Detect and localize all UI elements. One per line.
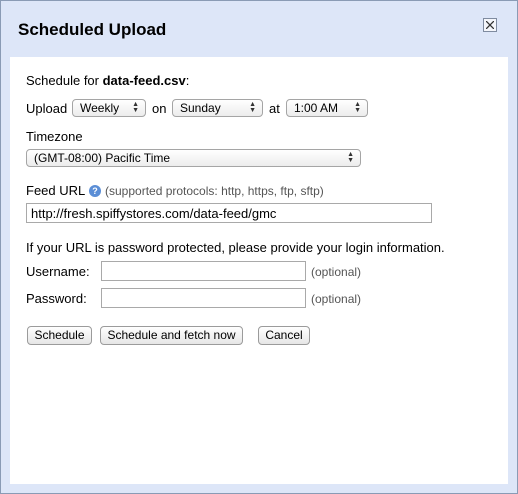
updown-arrows-icon: ▲ ▼ xyxy=(347,151,354,164)
timezone-select[interactable]: (GMT-08:00) Pacific Time ▲ ▼ xyxy=(26,149,361,167)
on-label: on xyxy=(152,101,167,116)
upload-label: Upload xyxy=(26,101,68,116)
feed-url-input[interactable] xyxy=(26,203,432,223)
username-input[interactable] xyxy=(101,261,306,281)
dialog-title: Scheduled Upload xyxy=(18,20,167,39)
help-icon[interactable]: ? xyxy=(89,185,101,197)
time-value: 1:00 AM xyxy=(294,101,339,115)
schedule-label: Schedule for xyxy=(26,73,103,88)
username-optional: (optional) xyxy=(311,265,362,279)
dialog-frame-right xyxy=(508,57,517,493)
schedule-fetch-button[interactable]: Schedule and fetch now xyxy=(100,326,243,345)
close-button[interactable] xyxy=(483,18,497,32)
timezone-value: (GMT-08:00) Pacific Time xyxy=(34,151,171,165)
scheduled-upload-dialog: Scheduled Upload Schedule for data-feed.… xyxy=(0,0,518,494)
updown-arrows-icon: ▲ ▼ xyxy=(354,101,361,114)
updown-arrows-icon: ▲ ▼ xyxy=(249,101,256,114)
password-label: Password: xyxy=(26,291,87,306)
close-icon xyxy=(486,21,494,29)
schedule-colon: : xyxy=(185,73,190,88)
day-value: Sunday xyxy=(180,101,221,115)
day-select[interactable]: Sunday ▲ ▼ xyxy=(172,99,263,117)
at-label: at xyxy=(269,101,280,116)
password-input[interactable] xyxy=(101,288,306,308)
updown-arrows-icon: ▲ ▼ xyxy=(132,101,139,114)
frequency-value: Weekly xyxy=(80,101,120,115)
cancel-button[interactable]: Cancel xyxy=(258,326,310,345)
feed-url-label: Feed URL xyxy=(26,183,86,198)
username-label: Username: xyxy=(26,264,90,279)
dialog-frame-left xyxy=(1,57,10,493)
password-optional: (optional) xyxy=(311,292,362,306)
time-select[interactable]: 1:00 AM ▲ ▼ xyxy=(286,99,368,117)
feed-url-protocols-note: (supported protocols: http, https, ftp, … xyxy=(105,184,324,198)
schedule-filename: data-feed.csv xyxy=(102,73,186,88)
dialog-frame-bottom xyxy=(1,484,517,493)
schedule-button[interactable]: Schedule xyxy=(27,326,92,345)
login-instructions: If your URL is password protected, pleas… xyxy=(26,240,445,255)
frequency-select[interactable]: Weekly ▲ ▼ xyxy=(72,99,146,117)
dialog-body: Schedule for data-feed.csv: Upload Weekl… xyxy=(10,57,508,484)
timezone-label: Timezone xyxy=(26,129,83,144)
schedule-heading: Schedule for data-feed.csv: xyxy=(26,73,189,88)
dialog-titlebar: Scheduled Upload xyxy=(1,1,517,57)
